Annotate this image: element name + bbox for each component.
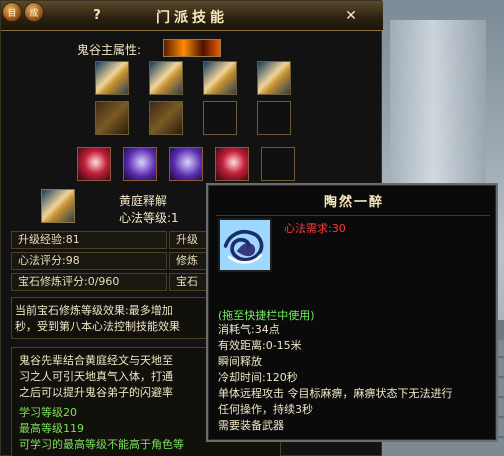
close-button[interactable]: ✕ — [343, 8, 359, 24]
empty-slot-2 — [257, 101, 291, 135]
stat-gem-score: 宝石修炼评分:0/960 — [18, 275, 120, 288]
window-title: 门派技能 — [156, 10, 228, 26]
stat-right-3: 宝石 — [176, 275, 198, 288]
empty-skill-slot — [261, 147, 295, 181]
attribute-label: 鬼谷主属性: — [77, 43, 142, 57]
stat-row-upgrade-exp: 升级经验:81 — [11, 231, 167, 249]
tooltip-divider — [216, 215, 490, 216]
tooltip-line-cost: 消耗气:34点 — [218, 323, 280, 336]
skill-icon-1[interactable] — [77, 147, 111, 181]
tooltip-line-cooldown: 冷却时间:120秒 — [218, 371, 298, 384]
tooltip-line-cast: 瞬间释放 — [218, 355, 262, 368]
skill-book-slot-1[interactable] — [95, 61, 129, 95]
stat-score: 心法评分:98 — [18, 254, 80, 267]
selected-skill-book-icon[interactable] — [41, 189, 75, 223]
stat-row-gem-score: 宝石修炼评分:0/960 — [11, 273, 167, 291]
skill-book-slot-6[interactable] — [149, 101, 183, 135]
skill-tooltip: 陶然一醉 心法需求:30 (拖至快捷栏中使用) 消耗气:34点 有效距离:0-1… — [206, 183, 498, 442]
stat-right-1: 升级 — [176, 233, 198, 246]
tooltip-requirement: 心法需求:30 — [284, 222, 346, 235]
stat-row-score: 心法评分:98 — [11, 252, 167, 270]
selected-skill-name: 黄庭释解 — [119, 194, 168, 208]
fire-icon — [163, 39, 221, 57]
skill-book-slot-4[interactable] — [257, 61, 291, 95]
tooltip-line-range: 有效距离:0-15米 — [218, 339, 302, 352]
skill-icon-3[interactable] — [169, 147, 203, 181]
skill-icon-2[interactable] — [123, 147, 157, 181]
tooltip-title: 陶然一醉 — [323, 195, 384, 210]
tooltip-line-weapon: 需要装备武器 — [218, 419, 284, 432]
skill-icon-4[interactable] — [215, 147, 249, 181]
tooltip-line-effect-2: 任何操作，持续3秒 — [218, 403, 313, 416]
empty-slot-1 — [203, 101, 237, 135]
stat-upgrade-exp: 升级经验:81 — [18, 233, 80, 246]
skill-book-slot-5[interactable] — [95, 101, 129, 135]
selected-skill-level: 心法等级:1 — [119, 211, 179, 225]
tooltip-line-effect-1: 单体远程攻击 令目标麻痹，麻痹状态下无法进行 — [218, 387, 453, 400]
swirl-icon — [220, 220, 270, 270]
skill-book-slot-3[interactable] — [203, 61, 237, 95]
tooltip-hint: (拖至快捷栏中使用) — [218, 309, 315, 322]
skill-icon-drunk — [218, 218, 272, 272]
stat-right-2: 修炼 — [176, 254, 198, 267]
skill-book-slot-2[interactable] — [149, 61, 183, 95]
